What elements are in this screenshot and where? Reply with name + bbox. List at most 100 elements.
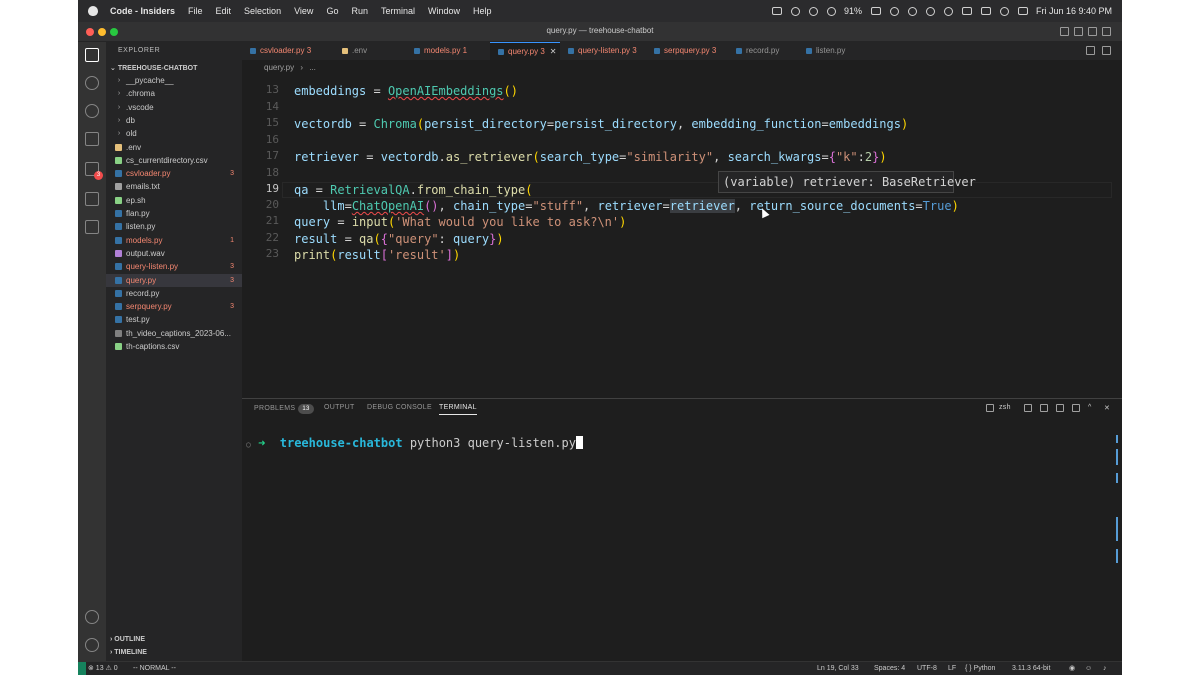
feedback-icon[interactable]: ☺ [1085, 662, 1092, 675]
tree-file[interactable]: ep.sh [106, 194, 242, 207]
toggle-secondary-sidebar-icon[interactable] [1088, 27, 1097, 36]
tree-folder[interactable]: › db [106, 114, 242, 127]
tree-file[interactable]: .env [106, 141, 242, 154]
tree-file[interactable]: flan.py [106, 207, 242, 220]
menu-edit[interactable]: Edit [216, 6, 232, 16]
tab-problems[interactable]: PROBLEMS 13 [254, 404, 314, 414]
tree-file[interactable]: record.py [106, 287, 242, 300]
code-editor[interactable]: 13 14 15 16 17 18 19 20 21 22 23 embeddings = Open… [242, 76, 1122, 396]
status-eol[interactable]: LF [948, 662, 956, 675]
customize-layout-icon[interactable] [1102, 27, 1111, 36]
breadcrumb-rest[interactable]: ... [309, 63, 316, 72]
editor-tab[interactable]: listen.py [798, 42, 868, 60]
menu-go[interactable]: Go [326, 6, 338, 16]
maximize-panel-icon[interactable]: ^ [1088, 404, 1092, 411]
menu-help[interactable]: Help [473, 6, 492, 16]
source-control-icon[interactable] [85, 104, 99, 118]
editor-tab[interactable]: query-listen.py 3 [560, 42, 646, 60]
menu-file[interactable]: File [188, 6, 203, 16]
wifi-icon[interactable] [907, 6, 917, 16]
status-language[interactable]: { } Python [965, 662, 995, 675]
code-line-15[interactable]: vectordb = Chroma(persist_directory=pers… [294, 114, 908, 134]
bluetooth-icon[interactable] [889, 6, 899, 16]
editor-tab[interactable]: query.py 3 ✕ [490, 42, 560, 60]
code-line-13[interactable]: embeddings = OpenAIEmbeddings() [294, 81, 518, 101]
tree-file[interactable]: emails.txt [106, 180, 242, 193]
editor-tab[interactable]: record.py [728, 42, 798, 60]
status-problems[interactable]: ⊗ 13 ⚠ 0 [88, 662, 118, 675]
tree-folder[interactable]: › .chroma [106, 87, 242, 100]
editor-tab[interactable]: serpquery.py 3 [646, 42, 728, 60]
manage-gear-icon[interactable] [85, 638, 99, 652]
run-debug-icon[interactable] [85, 132, 99, 146]
control-center-icon[interactable] [1017, 7, 1028, 15]
tree-file[interactable]: models.py 1 [106, 234, 242, 247]
status-indentation[interactable]: Spaces: 4 [874, 662, 905, 675]
new-terminal-icon[interactable] [1024, 404, 1032, 412]
tree-folder[interactable]: › old [106, 127, 242, 140]
code-line-17[interactable]: retriever = vectordb.as_retriever(search… [294, 147, 887, 167]
tree-file[interactable]: test.py [106, 313, 242, 326]
tree-file[interactable]: csvloader.py 3 [106, 167, 242, 180]
terminal-prompt-line[interactable]: ○ ➜ treehouse-chatbot python3 query-list… [246, 436, 583, 450]
tree-file[interactable]: output.wav [106, 247, 242, 260]
tree-file[interactable]: query-listen.py 3 [106, 260, 242, 273]
code-line-23[interactable]: print(result['result']) [294, 245, 460, 265]
menu-run[interactable]: Run [351, 6, 368, 16]
toggle-sidebar-icon[interactable] [1060, 27, 1069, 36]
project-folder-header[interactable]: ⌄ TREEHOUSE-CHATBOT [110, 64, 197, 72]
status-encoding[interactable]: UTF-8 [917, 662, 937, 675]
explorer-icon[interactable] [85, 48, 99, 62]
tree-file[interactable]: listen.py [106, 220, 242, 233]
input-source-icon[interactable] [961, 7, 972, 15]
tab-debug-console[interactable]: DEBUG CONSOLE [367, 404, 432, 411]
testing-icon[interactable] [85, 192, 99, 206]
tab-output[interactable]: OUTPUT [324, 404, 355, 411]
display-icon[interactable] [980, 7, 991, 15]
copilot-icon[interactable]: ◉ [1069, 662, 1075, 675]
status-interpreter[interactable]: 3.11.3 64-bit [1012, 662, 1050, 675]
terminal-shell-name[interactable]: zsh [999, 404, 1011, 411]
tree-file[interactable]: query.py 3 [106, 273, 242, 287]
menu-window[interactable]: Window [428, 6, 460, 16]
breadcrumb-file[interactable]: query.py [264, 63, 294, 72]
tree-folder[interactable]: › .vscode [106, 101, 242, 114]
status-icon[interactable] [790, 6, 800, 16]
tree-file[interactable]: th-captions.csv [106, 340, 242, 353]
editor-tab[interactable]: .env [334, 42, 406, 60]
editor-tab[interactable]: csvloader.py 3 [242, 42, 334, 60]
play-icon[interactable] [925, 6, 935, 16]
outline-section[interactable]: › OUTLINE [110, 636, 145, 643]
kill-terminal-icon[interactable] [1056, 404, 1064, 412]
apple-icon[interactable] [88, 6, 98, 16]
menu-view[interactable]: View [294, 6, 313, 16]
split-editor-icon[interactable] [1102, 46, 1111, 55]
tree-file[interactable]: cs_currentdirectory.csv [106, 154, 242, 167]
run-file-icon[interactable] [1086, 46, 1095, 55]
split-terminal-icon[interactable] [1040, 404, 1048, 412]
battery-icon[interactable] [870, 7, 881, 15]
menu-selection[interactable]: Selection [244, 6, 281, 16]
tree-folder[interactable]: › __pycache__ [106, 74, 242, 87]
tree-file[interactable]: serpquery.py 3 [106, 300, 242, 313]
menu-app[interactable]: Code - Insiders [110, 6, 175, 16]
toggle-panel-icon[interactable] [1074, 27, 1083, 36]
tab-terminal[interactable]: TERMINAL [439, 404, 477, 415]
accounts-icon[interactable] [85, 610, 99, 624]
remote-indicator[interactable] [78, 662, 86, 675]
sync-icon[interactable] [808, 6, 818, 16]
terminal-shell-icon[interactable] [986, 404, 994, 412]
search-icon[interactable] [85, 76, 99, 90]
remote-explorer-icon[interactable] [85, 220, 99, 234]
editor-tab[interactable]: models.py 1 [406, 42, 490, 60]
cloud-icon[interactable] [826, 6, 836, 16]
timeline-section[interactable]: › TIMELINE [110, 649, 147, 656]
status-cursor-position[interactable]: Ln 19, Col 33 [817, 662, 859, 675]
more-actions-icon[interactable] [1072, 404, 1080, 412]
tree-file[interactable]: th_video_captions_2023-06... [106, 327, 242, 340]
screen-record-icon[interactable] [771, 7, 782, 15]
menu-terminal[interactable]: Terminal [381, 6, 415, 16]
close-panel-icon[interactable]: ✕ [1104, 404, 1110, 412]
notifications-bell-icon[interactable]: ♪ [1103, 662, 1107, 675]
spotlight-icon[interactable] [999, 6, 1009, 16]
